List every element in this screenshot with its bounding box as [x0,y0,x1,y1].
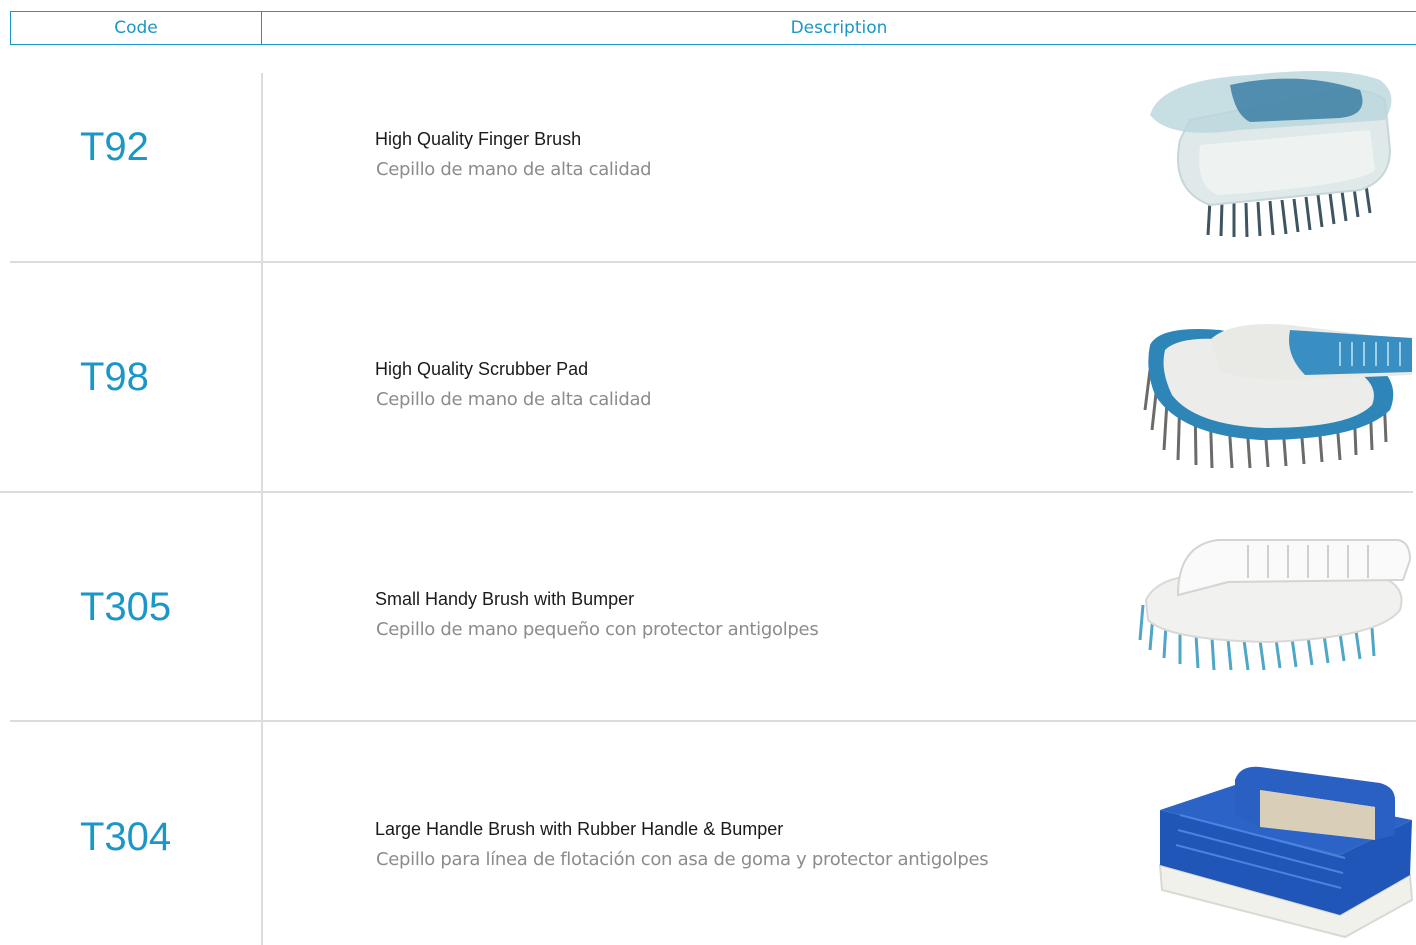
product-title: High Quality Scrubber Pad [375,359,589,379]
product-subtitle: Cepillo de mano de alta calidad [376,389,652,410]
row-divider [10,720,1416,722]
product-subtitle: Cepillo para línea de flotación con asa … [376,849,989,870]
handy-brush-image [1138,539,1412,671]
column-header-description: Description [790,18,888,38]
handle-brush-image [1158,766,1414,939]
finger-brush-image [1150,71,1392,238]
product-title: Large Handle Brush with Rubber Handle & … [375,819,784,839]
product-subtitle: Cepillo de mano pequeño con protector an… [376,619,819,640]
product-code: T305 [80,585,172,629]
row-divider [0,491,1413,493]
product-title: Small Handy Brush with Bumper [375,589,635,609]
product-subtitle: Cepillo de mano de alta calidad [376,159,652,180]
scrubber-pad-image [1143,324,1412,469]
table-header: Code Description [10,11,1416,45]
product-title: High Quality Finger Brush [375,129,582,149]
product-code: T304 [80,815,172,859]
product-code: T98 [80,355,149,399]
row-divider [10,261,1416,263]
product-code: T92 [80,125,149,169]
column-header-code: Code [11,12,262,44]
column-divider [261,73,263,945]
